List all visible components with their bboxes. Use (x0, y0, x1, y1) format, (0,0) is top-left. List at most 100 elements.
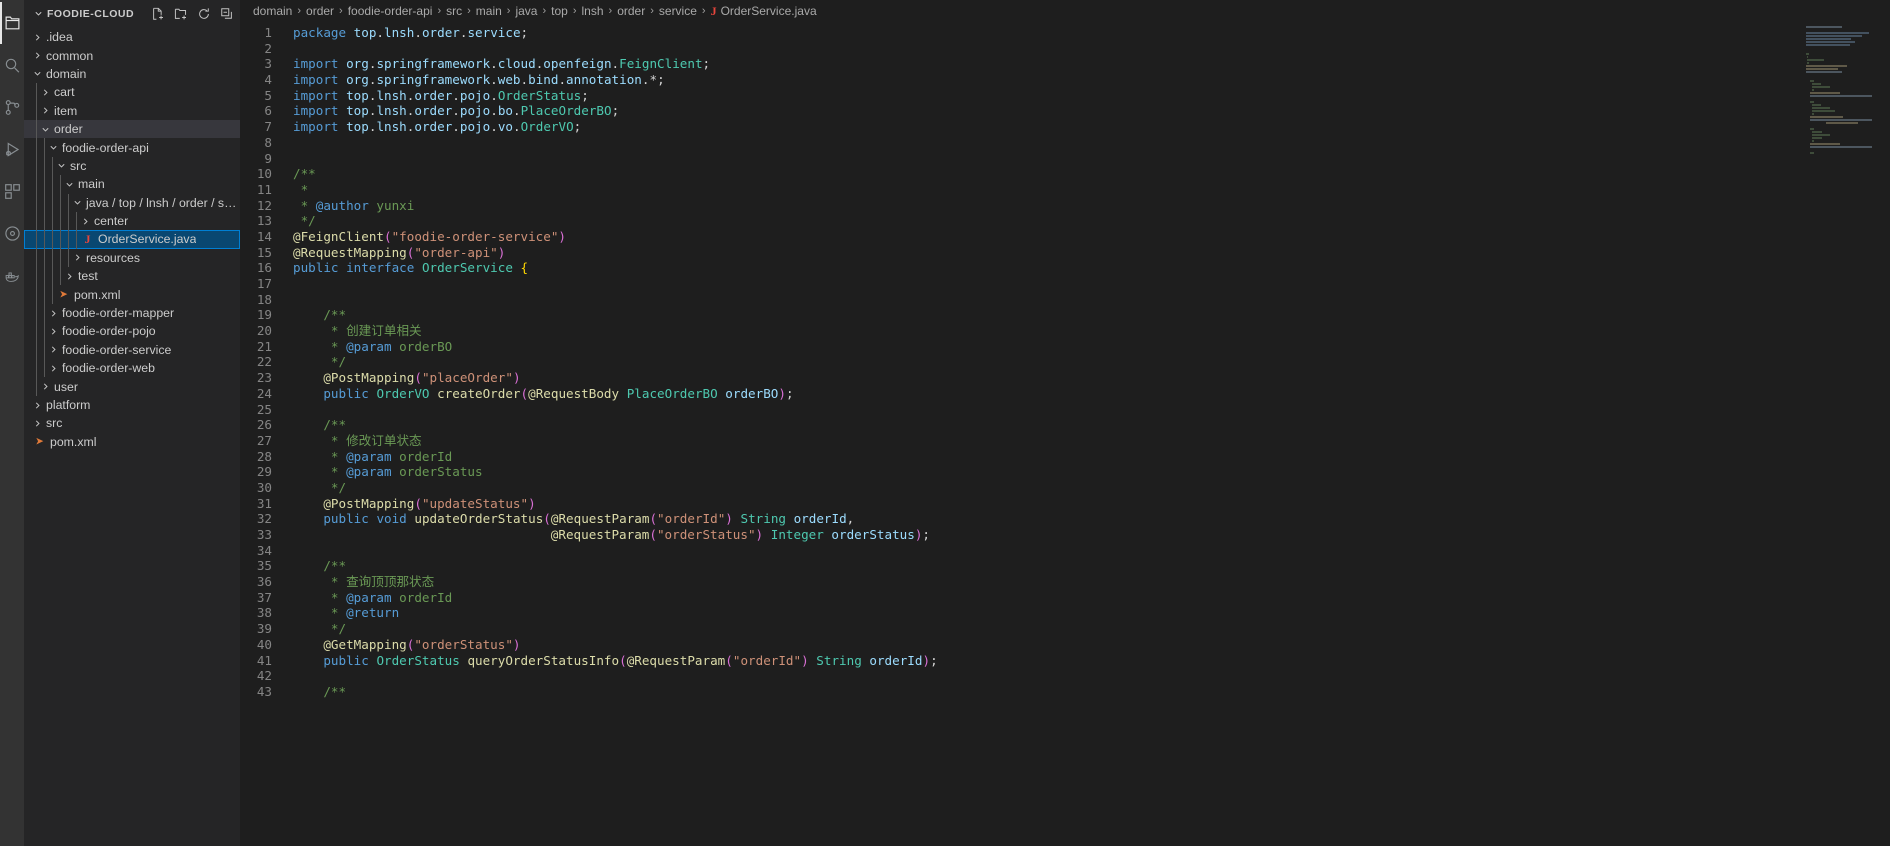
source-control-icon[interactable] (0, 86, 24, 128)
code-line[interactable] (293, 135, 1890, 151)
new-file-icon[interactable] (151, 7, 165, 21)
tree-item-foodie-order-web[interactable]: foodie-order-web (24, 359, 240, 378)
chevron-right-icon[interactable] (48, 309, 59, 318)
code-line[interactable]: * 查询顶顶那状态 (293, 574, 1890, 590)
code-line[interactable] (293, 151, 1890, 167)
chevron-down-icon[interactable] (48, 143, 59, 152)
code-line[interactable] (293, 543, 1890, 559)
tree-item-java-top-lnsh-order-s[interactable]: java / top / lnsh / order / s… (24, 193, 240, 212)
breadcrumb-segment[interactable]: domain (253, 4, 292, 18)
tree-item-foodie-order-mapper[interactable]: foodie-order-mapper (24, 303, 240, 323)
code-line[interactable]: public void updateOrderStatus(@RequestPa… (293, 511, 1890, 527)
chevron-right-icon[interactable] (32, 33, 43, 42)
code-line[interactable]: /** (293, 417, 1890, 433)
chevron-right-icon[interactable] (80, 217, 91, 226)
code-line[interactable]: import top.lnsh.order.pojo.OrderStatus; (293, 88, 1890, 104)
tree-item-pom-xml[interactable]: ➤ pom.xml (24, 285, 240, 304)
chevron-down-icon[interactable] (64, 180, 75, 189)
code-line[interactable]: @FeignClient("foodie-order-service") (293, 229, 1890, 245)
code-line[interactable]: import top.lnsh.order.pojo.bo.PlaceOrder… (293, 103, 1890, 119)
tree-item-main[interactable]: main (24, 175, 240, 194)
code-line[interactable]: public OrderStatus queryOrderStatusInfo(… (293, 653, 1890, 669)
code-line[interactable]: /** (293, 307, 1890, 323)
breadcrumb-segment[interactable]: order (306, 4, 334, 18)
code-line[interactable] (293, 292, 1890, 308)
collapse-all-icon[interactable] (220, 7, 234, 21)
breadcrumb-segment[interactable]: service (659, 4, 697, 18)
explorer-section-header[interactable]: FOODIE-CLOUD (24, 0, 240, 27)
tree-item-center[interactable]: center (24, 211, 240, 231)
code-line[interactable]: * 修改订单状态 (293, 433, 1890, 449)
code-line[interactable]: import org.springframework.cloud.openfei… (293, 56, 1890, 72)
chevron-down-icon[interactable] (56, 161, 67, 170)
tree-item-src[interactable]: src (24, 156, 240, 176)
code-line[interactable]: @GetMapping("orderStatus") (293, 637, 1890, 653)
code-line[interactable] (293, 41, 1890, 57)
chevron-right-icon[interactable] (40, 106, 51, 115)
code-line[interactable]: @PostMapping("placeOrder") (293, 370, 1890, 386)
remote-explorer-icon[interactable] (0, 212, 24, 254)
code-line[interactable]: */ (293, 621, 1890, 637)
tree-item-orderservice-java[interactable]: J OrderService.java (24, 230, 240, 249)
breadcrumb-segment[interactable]: java (515, 4, 537, 18)
chevron-right-icon[interactable] (32, 51, 43, 60)
code-editor[interactable]: 1 2 3 4 5 6 7 8 9 10 11 12 13 14 15 16 17 18 19 20 21 22 23 24 2… (240, 22, 1890, 846)
docker-icon[interactable] (0, 254, 24, 296)
chevron-right-icon[interactable] (32, 419, 43, 428)
chevron-right-icon[interactable] (40, 382, 51, 391)
code-line[interactable]: * (293, 182, 1890, 198)
new-folder-icon[interactable] (174, 7, 188, 21)
code-line[interactable] (293, 276, 1890, 292)
code-line[interactable]: */ (293, 213, 1890, 229)
code-content[interactable]: package top.lnsh.order.service; import or… (282, 22, 1890, 846)
chevron-right-icon[interactable] (48, 345, 59, 354)
minimap[interactable] (1806, 22, 1878, 846)
tree-item-item[interactable]: item (24, 101, 240, 120)
code-line[interactable]: package top.lnsh.order.service; (293, 25, 1890, 41)
explorer-icon[interactable] (0, 2, 24, 44)
breadcrumb-file[interactable]: J OrderService.java (711, 4, 817, 19)
breadcrumb-segment[interactable]: top (551, 4, 568, 18)
code-line[interactable]: * @return (293, 605, 1890, 621)
code-line[interactable]: */ (293, 354, 1890, 370)
chevron-right-icon[interactable] (64, 272, 75, 281)
tree-item-resources[interactable]: resources (24, 248, 240, 268)
code-line[interactable]: /** (293, 684, 1890, 700)
chevron-right-icon[interactable] (48, 327, 59, 336)
code-line[interactable]: * @param orderId (293, 590, 1890, 606)
editor-scrollbar[interactable] (1878, 22, 1890, 846)
tree-item-test[interactable]: test (24, 267, 240, 286)
chevron-down-icon[interactable] (32, 69, 43, 78)
refresh-icon[interactable] (197, 7, 211, 21)
chevron-down-icon[interactable] (72, 198, 83, 207)
code-line[interactable]: * @author yunxi (293, 198, 1890, 214)
tree-item-src[interactable]: src (24, 414, 240, 432)
tree-item-idea[interactable]: .idea (24, 28, 240, 46)
code-line[interactable]: public OrderVO createOrder(@RequestBody … (293, 386, 1890, 402)
chevron-right-icon[interactable] (40, 88, 51, 97)
search-icon[interactable] (0, 44, 24, 86)
breadcrumb-segment[interactable]: main (476, 4, 502, 18)
tree-item-pom-xml[interactable]: ➤ pom.xml (24, 433, 240, 451)
tree-item-foodie-order-service[interactable]: foodie-order-service (24, 340, 240, 360)
code-line[interactable]: @RequestParam("orderStatus") Integer ord… (293, 527, 1890, 543)
code-line[interactable]: import org.springframework.web.bind.anno… (293, 72, 1890, 88)
code-line[interactable]: * @param orderBO (293, 339, 1890, 355)
code-line[interactable] (293, 402, 1890, 418)
tree-item-domain[interactable]: domain (24, 65, 240, 83)
code-line[interactable]: /** (293, 558, 1890, 574)
code-line[interactable]: @RequestMapping("order-api") (293, 245, 1890, 261)
code-line[interactable]: import top.lnsh.order.pojo.vo.OrderVO; (293, 119, 1890, 135)
extensions-icon[interactable] (0, 170, 24, 212)
tree-item-common[interactable]: common (24, 46, 240, 64)
code-line[interactable]: @PostMapping("updateStatus") (293, 496, 1890, 512)
breadcrumb-segment[interactable]: order (617, 4, 645, 18)
code-line[interactable]: * @param orderStatus (293, 464, 1890, 480)
code-line[interactable]: /** (293, 166, 1890, 182)
code-line[interactable]: * 创建订单相关 (293, 323, 1890, 339)
chevron-right-icon[interactable] (32, 401, 43, 410)
tree-item-user[interactable]: user (24, 377, 240, 396)
tree-item-platform[interactable]: platform (24, 396, 240, 414)
tree-item-order[interactable]: order (24, 119, 240, 139)
tree-item-cart[interactable]: cart (24, 83, 240, 102)
